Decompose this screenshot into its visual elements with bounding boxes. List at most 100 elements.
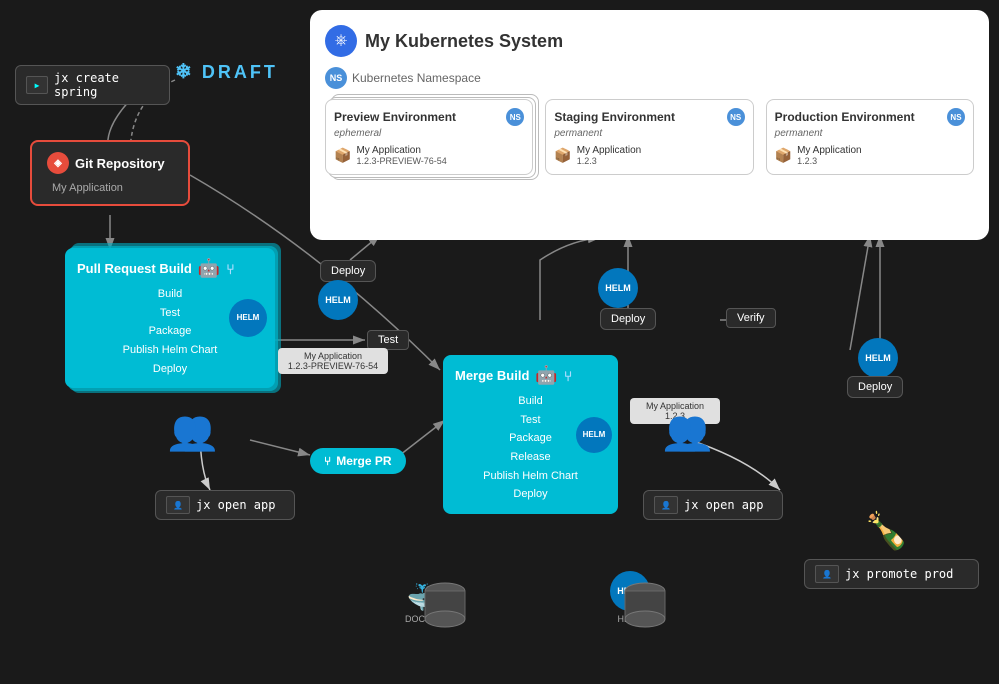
- staging-deploy-label: Deploy: [611, 313, 645, 325]
- pr-app-version-badge: My Application 1.2.3-PREVIEW-76-54: [278, 348, 388, 374]
- staging-app-name: My Application: [577, 145, 641, 156]
- open-app-left-text: jx open app: [196, 498, 275, 512]
- k8s-title: My Kubernetes System: [365, 31, 563, 52]
- preview-title-row: Preview Environment NS: [334, 108, 524, 126]
- test-label: Test: [378, 334, 398, 346]
- namespace-text: Kubernetes Namespace: [352, 71, 481, 85]
- draft-logo: ❄ DRAFT: [175, 58, 278, 84]
- people-group-left: 👤 👤: [165, 415, 205, 453]
- staging-helm-circle: HELM: [598, 268, 638, 308]
- pr-build-merge-icon: ⑂: [226, 261, 234, 277]
- db-cylinder-right-svg: [620, 579, 670, 629]
- git-repo-app-name: My Application: [47, 182, 173, 194]
- champagne-bottle-icon: 🍾: [864, 510, 909, 552]
- production-app-row: 📦 My Application 1.2.3: [775, 145, 965, 166]
- staging-title-row: Staging Environment NS: [554, 108, 744, 126]
- verify-label: Verify: [737, 312, 765, 324]
- people-right-icons: 👤 👤: [660, 415, 700, 453]
- staging-environment-box: Staging Environment NS permanent 📦 My Ap…: [545, 99, 753, 175]
- promote-icon: 👤: [815, 565, 839, 583]
- preview-app-row: 📦 My Application 1.2.3-PREVIEW-76-54: [334, 145, 524, 166]
- pr-helm-standalone: HELM: [318, 280, 358, 324]
- open-app-left-icon: 👤: [166, 496, 190, 514]
- pr-build-label: Pull Request Build: [77, 261, 192, 276]
- merge-build-box: Merge Build 🤖 ⑂ Build Test Package Relea…: [443, 355, 618, 514]
- pr-deploy-label: Deploy: [331, 265, 365, 277]
- preview-environment-box: Preview Environment NS ephemeral 📦 My Ap…: [325, 99, 533, 175]
- person-right-front: 👤: [660, 415, 700, 453]
- pr-build-robot-icon: 🤖: [198, 258, 220, 279]
- staging-app-row: 📦 My Application 1.2.3: [554, 145, 744, 166]
- staging-env-type: permanent: [554, 128, 744, 139]
- ns-badge-main: NS: [325, 67, 347, 89]
- pr-step-deploy: Deploy: [77, 360, 263, 379]
- pr-deploy-box: Deploy: [320, 260, 376, 282]
- production-env-wrapper: Production Environment NS permanent 📦 My…: [766, 99, 974, 175]
- merge-pr-label: Merge PR: [336, 454, 391, 468]
- preview-app-icon: 📦: [334, 147, 351, 164]
- production-environment-box: Production Environment NS permanent 📦 My…: [766, 99, 974, 175]
- database-left: [420, 579, 470, 634]
- production-app-version: 1.2.3: [797, 156, 861, 166]
- create-spring-text: jx create spring: [54, 71, 159, 99]
- merge-step-build: Build: [455, 392, 606, 411]
- pr-step-build: Build: [77, 285, 263, 304]
- merge-helm-badge: HELM: [576, 417, 612, 453]
- diagram-container: ▶ jx create spring ❄ DRAFT ◈ Git Reposit…: [0, 0, 999, 684]
- production-env-type: permanent: [775, 128, 965, 139]
- git-repo-title-row: ◈ Git Repository: [47, 152, 173, 174]
- people-group-right: 👤 👤: [660, 415, 700, 453]
- production-app-info: My Application 1.2.3: [797, 145, 861, 166]
- production-deploy-label: Deploy: [858, 381, 892, 393]
- production-helm-circle: HELM: [858, 338, 898, 378]
- staging-app-version: 1.2.3: [577, 156, 641, 166]
- kubernetes-system-box: ⎈ My Kubernetes System NS Kubernetes Nam…: [310, 10, 989, 240]
- verify-badge: Verify: [726, 308, 776, 328]
- kubernetes-icon: ⎈: [325, 25, 357, 57]
- merge-pr-icon: ⑂: [324, 454, 331, 468]
- promote-prod-command: 👤 jx promote prod: [804, 559, 979, 589]
- preview-app-info: My Application 1.2.3-PREVIEW-76-54: [356, 145, 446, 166]
- staging-env-title: Staging Environment: [554, 110, 675, 124]
- pr-build-box: Pull Request Build 🤖 ⑂ Build Test Packag…: [65, 248, 275, 388]
- preview-ns-badge: NS: [506, 108, 524, 126]
- merge-step-deploy: Deploy: [455, 485, 606, 504]
- production-ns-badge: NS: [947, 108, 965, 126]
- db-cylinder-left-svg: [420, 579, 470, 629]
- production-env-title: Production Environment: [775, 110, 915, 124]
- pr-build-wrapper: Pull Request Build 🤖 ⑂ Build Test Packag…: [65, 248, 275, 388]
- staging-app-info: My Application 1.2.3: [577, 145, 641, 166]
- merge-build-robot-icon: 🤖: [535, 365, 557, 386]
- production-app-name: My Application: [797, 145, 861, 156]
- production-title-row: Production Environment NS: [775, 108, 965, 126]
- merge-step-release: Release: [455, 448, 606, 467]
- staging-env-wrapper: Staging Environment NS permanent 📦 My Ap…: [545, 99, 753, 175]
- database-right: [620, 579, 670, 634]
- terminal-icon: ▶: [26, 76, 48, 94]
- k8s-namespace-label: NS Kubernetes Namespace: [325, 67, 974, 89]
- test-badge: Test: [367, 330, 409, 350]
- pr-badge-version: 1.2.3-PREVIEW-76-54: [285, 361, 381, 371]
- promote-text: jx promote prod: [845, 567, 953, 581]
- production-deploy-box: Deploy: [847, 376, 903, 398]
- preview-app-version: 1.2.3-PREVIEW-76-54: [356, 156, 446, 166]
- preview-app-name: My Application: [356, 145, 446, 156]
- merge-step-publish: Publish Helm Chart: [455, 467, 606, 486]
- pr-build-title: Pull Request Build 🤖 ⑂: [77, 258, 263, 279]
- create-spring-command: ▶ jx create spring: [15, 65, 170, 105]
- k8s-header: ⎈ My Kubernetes System: [325, 25, 974, 57]
- draft-label: DRAFT: [202, 62, 278, 82]
- staging-ns-badge: NS: [727, 108, 745, 126]
- merge-badge-name: My Application: [637, 401, 713, 411]
- preview-env-title: Preview Environment: [334, 110, 456, 124]
- merge-build-merge-icon: ⑂: [564, 368, 572, 384]
- environment-boxes: Preview Environment NS ephemeral 📦 My Ap…: [325, 99, 974, 175]
- staging-helm-standalone: HELM: [598, 268, 638, 312]
- merge-pr-button[interactable]: ⑂ Merge PR: [310, 448, 406, 474]
- preview-env-type: ephemeral: [334, 128, 524, 139]
- staging-app-icon: 📦: [554, 147, 571, 164]
- merge-build-wrapper: Merge Build 🤖 ⑂ Build Test Package Relea…: [443, 355, 618, 514]
- open-app-left-command: 👤 jx open app: [155, 490, 295, 520]
- git-repository-box: ◈ Git Repository My Application: [30, 140, 190, 206]
- production-app-icon: 📦: [775, 147, 792, 164]
